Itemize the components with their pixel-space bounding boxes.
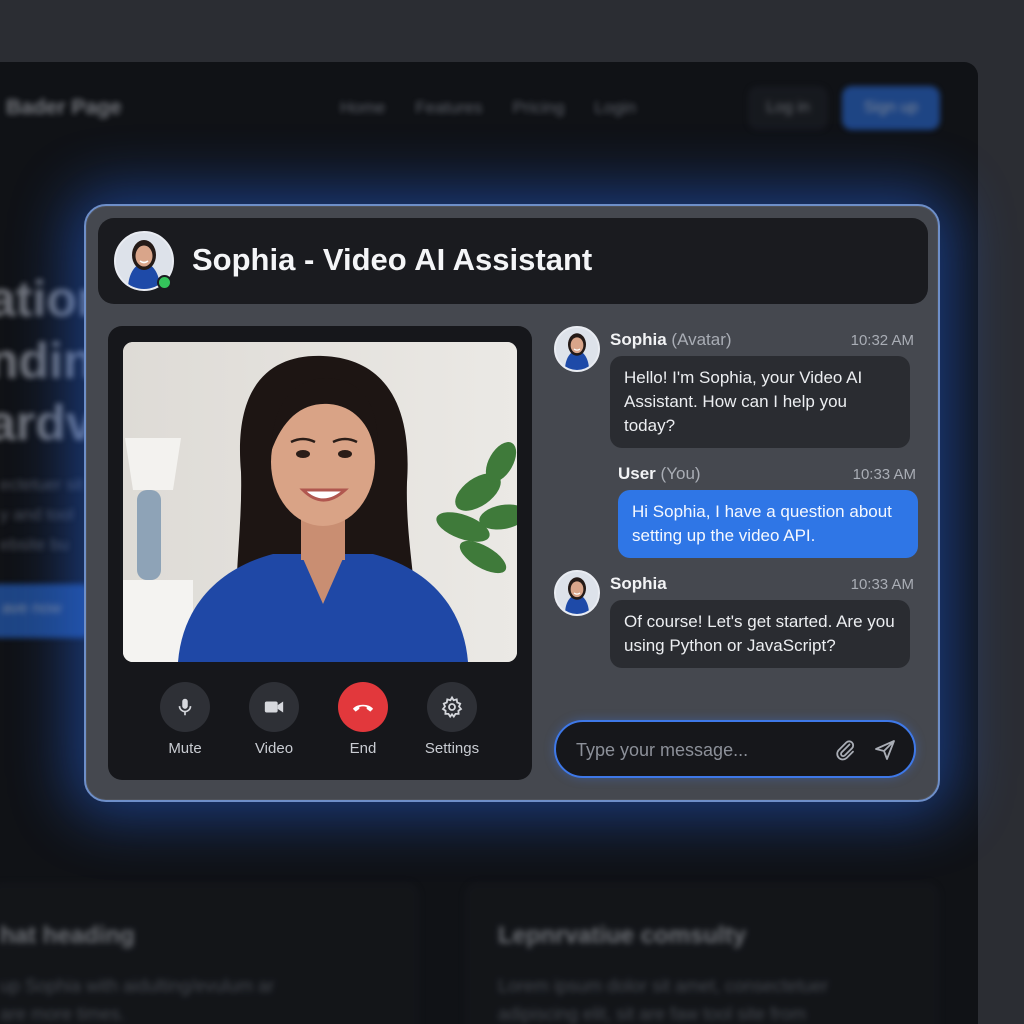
background-card-body: up Sophia with aidulting/evulum ar are m… xyxy=(0,972,274,1024)
message-bubble: Hi Sophia, I have a question about setti… xyxy=(618,490,918,558)
settings-label: Settings xyxy=(424,740,480,757)
background-card-left: hat heading up Sophia with aidulting/evu… xyxy=(0,882,420,1024)
message-timestamp: 10:32 AM xyxy=(850,332,914,349)
background-nav-link: Features xyxy=(415,98,483,117)
online-status-dot xyxy=(157,275,172,290)
message-input-bar xyxy=(554,720,916,778)
background-card-body: Lorem ipsum dolor sit amet, consectetuer… xyxy=(498,972,828,1024)
settings-button-circle[interactable] xyxy=(427,682,477,732)
video-button-circle[interactable] xyxy=(249,682,299,732)
hero-sub-line: y and tool xyxy=(0,505,74,524)
message-sender: Sophia (Avatar) xyxy=(610,330,732,350)
video-assistant-modal: Sophia - Video AI Assistant Mute Video E… xyxy=(84,204,940,802)
avatar xyxy=(554,326,600,372)
card-body-line: Lorem ipsum dolor sit amet, consectetuer xyxy=(498,976,829,996)
video-label: Video xyxy=(254,740,294,757)
microphone-icon xyxy=(178,698,192,716)
card-body-line: are more times. xyxy=(0,1004,126,1024)
message-sender: User (You) xyxy=(618,464,701,484)
sender-name: Sophia xyxy=(610,330,667,349)
background-card-title: Lepnrvatiue comsulty xyxy=(498,922,747,949)
attach-button[interactable] xyxy=(832,737,858,763)
sophia-avatar-icon xyxy=(556,572,598,614)
background-nav: Bader Page Home Features Pricing Login L… xyxy=(0,62,978,154)
chat-panel: Sophia (Avatar) 10:32 AM Hello! I'm Soph… xyxy=(552,324,924,794)
mute-button[interactable]: Mute xyxy=(145,682,225,757)
video-feed-image xyxy=(123,342,517,662)
message-bubble: Hello! I'm Sophia, your Video AI Assista… xyxy=(610,356,910,448)
gear-icon xyxy=(441,695,463,719)
card-body-line: adipiscing elit, sit are faw tool site f… xyxy=(498,1004,807,1024)
sophia-avatar-icon xyxy=(556,328,598,370)
sender-role: (Avatar) xyxy=(671,330,732,349)
card-body-line: up Sophia with aidulting/evulum ar xyxy=(0,976,275,996)
video-toggle-button[interactable]: Video xyxy=(234,682,314,757)
background-hero-subtitle: ectetuer sit y and tool ebsite bu xyxy=(0,470,83,560)
avatar xyxy=(554,570,600,616)
video-feed xyxy=(123,342,517,662)
message-timestamp: 10:33 AM xyxy=(850,576,914,593)
paperclip-icon xyxy=(836,740,855,761)
sender-name: Sophia xyxy=(610,574,667,593)
end-button-circle[interactable] xyxy=(338,682,388,732)
message-timestamp: 10:33 AM xyxy=(852,466,916,483)
background-card-title: hat heading xyxy=(0,922,135,949)
sender-name: User xyxy=(618,464,656,483)
message-sender: Sophia xyxy=(610,574,667,594)
end-label: End xyxy=(349,740,377,757)
sender-role: (You) xyxy=(660,464,701,483)
end-call-button[interactable]: End xyxy=(323,682,403,757)
background-cta-button: ave now xyxy=(0,584,90,638)
background-nav-link: Home xyxy=(340,98,386,117)
background-nav-links: Home Features Pricing Login xyxy=(340,98,636,118)
call-controls: Mute Video End Settings xyxy=(108,682,532,772)
hero-sub-line: ebsite bu xyxy=(0,535,69,554)
background-signup-button: Sign up xyxy=(842,86,940,130)
background-card-right: Lepnrvatiue comsulty Lorem ipsum dolor s… xyxy=(464,882,940,1024)
video-panel: Mute Video End Settings xyxy=(108,326,532,780)
camera-icon xyxy=(264,701,284,713)
hero-sub-line: ectetuer sit xyxy=(0,475,84,494)
message-bubble: Of course! Let's get started. Are you us… xyxy=(610,600,910,668)
background-brand: Bader Page xyxy=(6,96,122,119)
modal-header: Sophia - Video AI Assistant xyxy=(98,218,928,304)
background-nav-link: Pricing xyxy=(512,98,565,117)
mute-button-circle[interactable] xyxy=(160,682,210,732)
settings-button[interactable]: Settings xyxy=(412,682,492,757)
phone-hangup-icon xyxy=(352,704,374,712)
background-nav-link: Login xyxy=(594,98,637,117)
mute-label: Mute xyxy=(168,740,202,757)
send-button[interactable] xyxy=(872,737,898,763)
send-icon xyxy=(875,740,895,760)
message-input[interactable] xyxy=(576,736,826,764)
background-login-button: Log in xyxy=(748,86,828,130)
page-title: Sophia - Video AI Assistant xyxy=(192,242,593,277)
